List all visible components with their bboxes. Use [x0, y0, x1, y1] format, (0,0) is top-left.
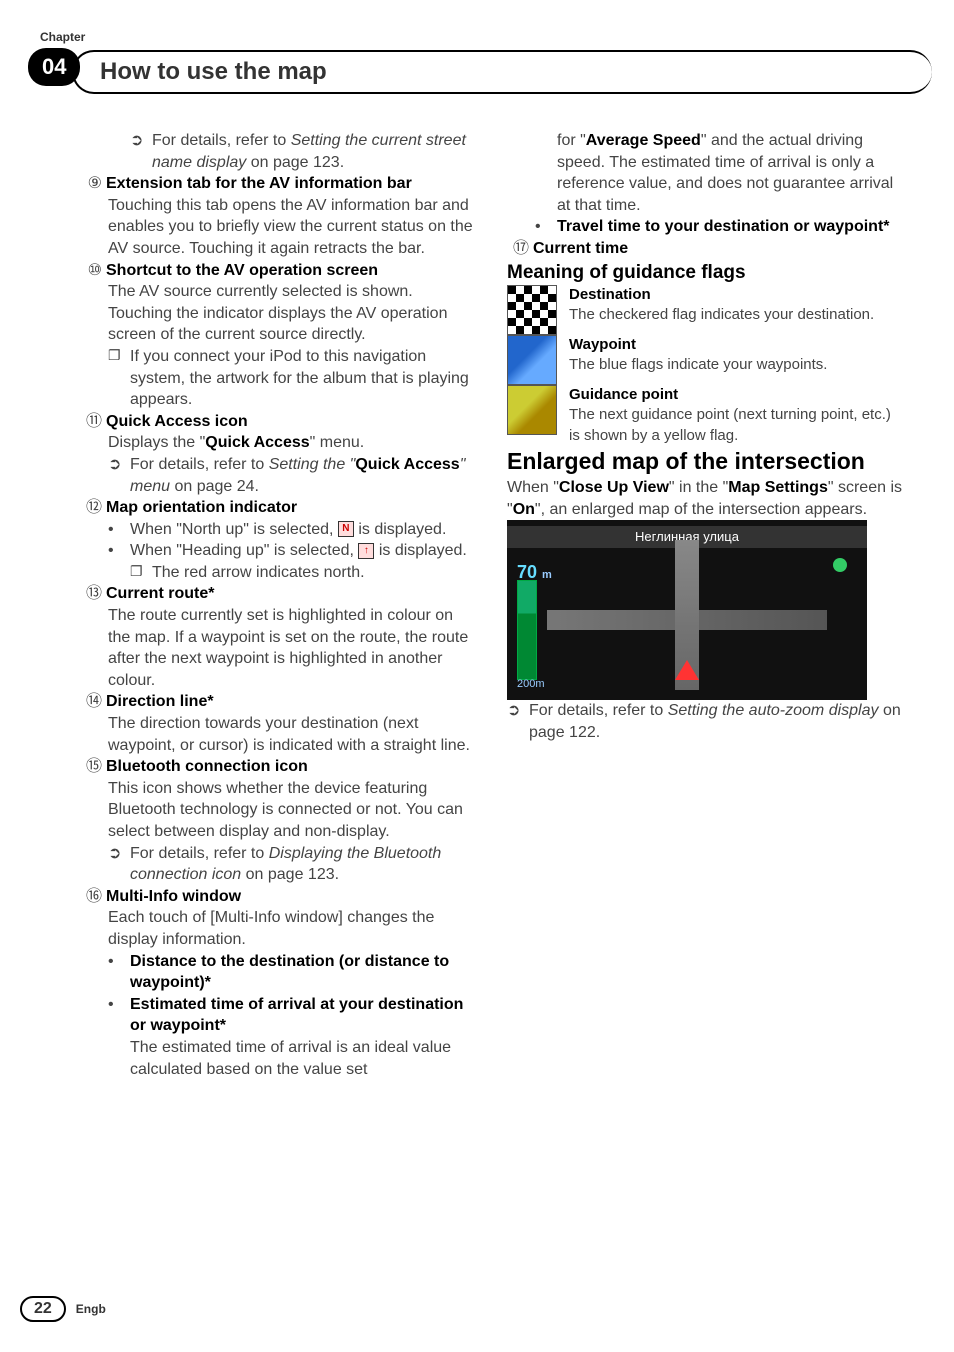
bullet-travel-time: • Travel time to your destination or way…	[507, 216, 904, 238]
flag-guidance: Guidance point The next guidance point (…	[507, 385, 904, 446]
cross-ref: ➲ For details, refer to Setting the curr…	[80, 130, 477, 173]
bullet-icon: •	[108, 951, 130, 994]
page-number: 22	[20, 1296, 66, 1322]
flag-waypoint: Waypoint The blue flags indicate your wa…	[507, 335, 904, 385]
bullet-icon: •	[108, 519, 130, 541]
reference-icon: ➲	[108, 843, 130, 886]
item-15: ⑮Bluetooth connection icon This icon sho…	[80, 756, 477, 886]
enlarged-map-body: When "Close Up View" in the "Map Setting…	[507, 477, 904, 520]
item-11: ⑪Quick Access icon Displays the "Quick A…	[80, 411, 477, 497]
north-up-icon: N	[338, 521, 354, 537]
guidance-flag-icon	[507, 385, 557, 435]
page-header: Chapter 04 How to use the map	[20, 30, 904, 100]
flag-destination: Destination The checkered flag indicates…	[507, 285, 904, 335]
enlarged-map-heading: Enlarged map of the intersection	[507, 446, 904, 477]
map-vehicle-arrow-icon	[675, 660, 699, 680]
item-17: ⑰Current time	[507, 238, 904, 260]
chapter-number: 04	[28, 48, 80, 86]
chapter-title-container: How to use the map	[72, 50, 932, 94]
continued-text: for "Average Speed" and the actual drivi…	[507, 130, 904, 216]
cross-ref-autozoom: ➲ For details, refer to Setting the auto…	[507, 700, 904, 743]
language-code: Engb	[76, 1302, 106, 1316]
bullet-icon: •	[108, 994, 130, 1080]
waypoint-flag-icon	[507, 335, 557, 385]
item-9: ⑨Extension tab for the AV information ba…	[80, 173, 477, 259]
item-12: ⑫Map orientation indicator • When "North…	[80, 497, 477, 583]
reference-icon: ➲	[507, 700, 529, 743]
reference-icon: ➲	[130, 130, 152, 173]
bullet-icon: •	[535, 216, 557, 238]
map-progress-bar	[517, 580, 537, 680]
note-icon: ❐	[108, 346, 130, 411]
note-icon: ❐	[130, 562, 152, 584]
item-16: ⑯Multi-Info window Each touch of [Multi-…	[80, 886, 477, 1080]
destination-flag-icon	[507, 285, 557, 335]
reference-icon: ➲	[108, 454, 130, 497]
guidance-flags-heading: Meaning of guidance flags	[507, 260, 904, 286]
chapter-title: How to use the map	[100, 58, 892, 86]
chapter-label: Chapter	[40, 30, 85, 44]
item-13: ⑬Current route* The route currently set …	[80, 583, 477, 691]
right-column: for "Average Speed" and the actual drivi…	[507, 130, 904, 1080]
map-waypoint-dot-icon	[833, 558, 847, 572]
bullet-icon: •	[108, 540, 130, 562]
heading-up-icon: ↑	[358, 543, 374, 559]
item-10: ⑩Shortcut to the AV operation screen The…	[80, 260, 477, 411]
item-14: ⑭Direction line* The direction towards y…	[80, 691, 477, 756]
intersection-map-image: Неглинная улица 70 m 200m	[507, 520, 867, 700]
left-column: ➲ For details, refer to Setting the curr…	[80, 130, 477, 1080]
map-scale: 200m	[517, 677, 545, 692]
page-footer: 22 Engb	[20, 1296, 106, 1322]
